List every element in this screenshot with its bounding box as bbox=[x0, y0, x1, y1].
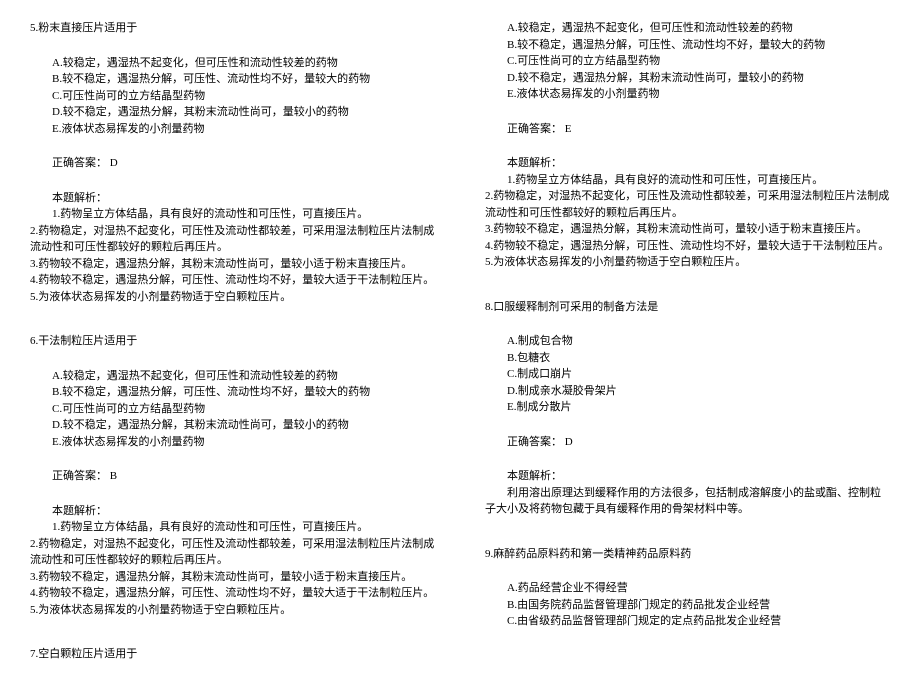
options: A.较稳定，遇湿热不起变化，但可压性和流动性较差的药物 B.较不稳定，遇湿热分解… bbox=[30, 55, 435, 138]
option-b: B.较不稳定，遇湿热分解，可压性、流动性均不好，量较大的药物 bbox=[507, 37, 890, 54]
question-7-continued: A.较稳定，遇湿热不起变化，但可压性和流动性较差的药物 B.较不稳定，遇湿热分解… bbox=[485, 20, 890, 271]
option-e: E.液体状态易挥发的小剂量药物 bbox=[52, 434, 435, 451]
correct-answer: 正确答案： D bbox=[485, 434, 890, 451]
option-e: E.液体状态易挥发的小剂量药物 bbox=[507, 86, 890, 103]
option-d: D.较不稳定，遇湿热分解，其粉末流动性尚可，量较小的药物 bbox=[507, 70, 890, 87]
analysis-line: 1.药物呈立方体结晶，具有良好的流动性和可压性，可直接压片。 bbox=[30, 206, 435, 223]
analysis-line: 2.药物稳定，对湿热不起变化，可压性及流动性都较差，可采用湿法制粒压片法制成流动… bbox=[30, 223, 435, 256]
analysis: 本题解析： 1.药物呈立方体结晶，具有良好的流动性和可压性，可直接压片。 2.药… bbox=[30, 190, 435, 306]
question-title: 9.麻醉药品原料药和第一类精神药品原料药 bbox=[485, 546, 890, 563]
option-b: B.较不稳定，遇湿热分解，可压性、流动性均不好，量较大的药物 bbox=[52, 71, 435, 88]
analysis-line: 3.药物较不稳定，遇湿热分解，其粉末流动性尚可，量较小适于粉末直接压片。 bbox=[485, 221, 890, 238]
analysis-line: 3.药物较不稳定，遇湿热分解，其粉末流动性尚可，量较小适于粉末直接压片。 bbox=[30, 569, 435, 586]
question-title: 6.干法制粒压片适用于 bbox=[30, 333, 435, 350]
option-e: E.液体状态易挥发的小剂量药物 bbox=[52, 121, 435, 138]
page: 5.粉末直接压片适用于 A.较稳定，遇湿热不起变化，但可压性和流动性较差的药物 … bbox=[30, 20, 890, 631]
option-d: D.制成亲水凝胶骨架片 bbox=[507, 383, 890, 400]
analysis-title: 本题解析： bbox=[30, 503, 435, 520]
analysis-line: 3.药物较不稳定，遇湿热分解，其粉末流动性尚可，量较小适于粉末直接压片。 bbox=[30, 256, 435, 273]
analysis-line: 4.药物较不稳定，遇湿热分解，可压性、流动性均不好，量较大适于干法制粒压片。 bbox=[485, 238, 890, 255]
analysis-line: 2.药物稳定，对湿热不起变化，可压性及流动性都较差，可采用湿法制粒压片法制成流动… bbox=[485, 188, 890, 221]
question-title: 8.口服缓释制剂可采用的制备方法是 bbox=[485, 299, 890, 316]
option-a: A.较稳定，遇湿热不起变化，但可压性和流动性较差的药物 bbox=[507, 20, 890, 37]
option-b: B.由国务院药品监督管理部门规定的药品批发企业经营 bbox=[507, 597, 890, 614]
options: A.药品经营企业不得经营 B.由国务院药品监督管理部门规定的药品批发企业经营 C… bbox=[485, 580, 890, 630]
option-b: B.较不稳定，遇湿热分解，可压性、流动性均不好，量较大的药物 bbox=[52, 384, 435, 401]
analysis: 本题解析： 1.药物呈立方体结晶，具有良好的流动性和可压性，可直接压片。 2.药… bbox=[485, 155, 890, 271]
option-d: D.较不稳定，遇湿热分解，其粉末流动性尚可，量较小的药物 bbox=[52, 417, 435, 434]
correct-answer: 正确答案： D bbox=[30, 155, 435, 172]
analysis-title: 本题解析： bbox=[30, 190, 435, 207]
option-c: C.可压性尚可的立方结晶型药物 bbox=[52, 401, 435, 418]
analysis: 本题解析： 利用溶出原理达到缓释作用的方法很多，包括制成溶解度小的盐或酯、控制粒… bbox=[485, 468, 890, 518]
analysis-line: 1.药物呈立方体结晶，具有良好的流动性和可压性，可直接压片。 bbox=[30, 519, 435, 536]
option-a: A.较稳定，遇湿热不起变化，但可压性和流动性较差的药物 bbox=[52, 368, 435, 385]
question-9: 9.麻醉药品原料药和第一类精神药品原料药 A.药品经营企业不得经营 B.由国务院… bbox=[485, 546, 890, 648]
option-c: C.可压性尚可的立方结晶型药物 bbox=[507, 53, 890, 70]
analysis-line: 5.为液体状态易挥发的小剂量药物适于空白颗粒压片。 bbox=[30, 602, 435, 619]
option-c: C.可压性尚可的立方结晶型药物 bbox=[52, 88, 435, 105]
option-c: C.由省级药品监督管理部门规定的定点药品批发企业经营 bbox=[507, 613, 890, 630]
option-a: A.较稳定，遇湿热不起变化，但可压性和流动性较差的药物 bbox=[52, 55, 435, 72]
analysis-line: 1.药物呈立方体结晶，具有良好的流动性和可压性，可直接压片。 bbox=[485, 172, 890, 189]
question-5: 5.粉末直接压片适用于 A.较稳定，遇湿热不起变化，但可压性和流动性较差的药物 … bbox=[30, 20, 435, 305]
left-column: 5.粉末直接压片适用于 A.较稳定，遇湿热不起变化，但可压性和流动性较差的药物 … bbox=[30, 20, 435, 631]
question-8: 8.口服缓释制剂可采用的制备方法是 A.制成包合物 B.包糖衣 C.制成口崩片 … bbox=[485, 299, 890, 518]
right-column: A.较稳定，遇湿热不起变化，但可压性和流动性较差的药物 B.较不稳定，遇湿热分解… bbox=[485, 20, 890, 631]
analysis-line: 4.药物较不稳定，遇湿热分解，可压性、流动性均不好，量较大适于干法制粒压片。 bbox=[30, 585, 435, 602]
correct-answer: 正确答案： E bbox=[485, 121, 890, 138]
option-a: A.药品经营企业不得经营 bbox=[507, 580, 890, 597]
option-b: B.包糖衣 bbox=[507, 350, 890, 367]
analysis-line: 4.药物较不稳定，遇湿热分解，可压性、流动性均不好，量较大适于干法制粒压片。 bbox=[30, 272, 435, 289]
options: A.制成包合物 B.包糖衣 C.制成口崩片 D.制成亲水凝胶骨架片 E.制成分散… bbox=[485, 333, 890, 416]
analysis-title: 本题解析： bbox=[485, 155, 890, 172]
option-c: C.制成口崩片 bbox=[507, 366, 890, 383]
analysis-title: 本题解析： bbox=[485, 468, 890, 485]
options: A.较稳定，遇湿热不起变化，但可压性和流动性较差的药物 B.较不稳定，遇湿热分解… bbox=[485, 20, 890, 103]
option-a: A.制成包合物 bbox=[507, 333, 890, 350]
options: A.较稳定，遇湿热不起变化，但可压性和流动性较差的药物 B.较不稳定，遇湿热分解… bbox=[30, 368, 435, 451]
question-6: 6.干法制粒压片适用于 A.较稳定，遇湿热不起变化，但可压性和流动性较差的药物 … bbox=[30, 333, 435, 618]
analysis: 本题解析： 1.药物呈立方体结晶，具有良好的流动性和可压性，可直接压片。 2.药… bbox=[30, 503, 435, 619]
option-e: E.制成分散片 bbox=[507, 399, 890, 416]
question-7: 7.空白颗粒压片适用于 bbox=[30, 646, 435, 681]
analysis-line: 利用溶出原理达到缓释作用的方法很多，包括制成溶解度小的盐或酯、控制粒子大小及将药… bbox=[485, 485, 890, 518]
question-title: 5.粉末直接压片适用于 bbox=[30, 20, 435, 37]
analysis-line: 5.为液体状态易挥发的小剂量药物适于空白颗粒压片。 bbox=[30, 289, 435, 306]
option-d: D.较不稳定，遇湿热分解，其粉末流动性尚可，量较小的药物 bbox=[52, 104, 435, 121]
analysis-line: 5.为液体状态易挥发的小剂量药物适于空白颗粒压片。 bbox=[485, 254, 890, 271]
correct-answer: 正确答案： B bbox=[30, 468, 435, 485]
analysis-line: 2.药物稳定，对湿热不起变化，可压性及流动性都较差，可采用湿法制粒压片法制成流动… bbox=[30, 536, 435, 569]
question-title: 7.空白颗粒压片适用于 bbox=[30, 646, 435, 663]
